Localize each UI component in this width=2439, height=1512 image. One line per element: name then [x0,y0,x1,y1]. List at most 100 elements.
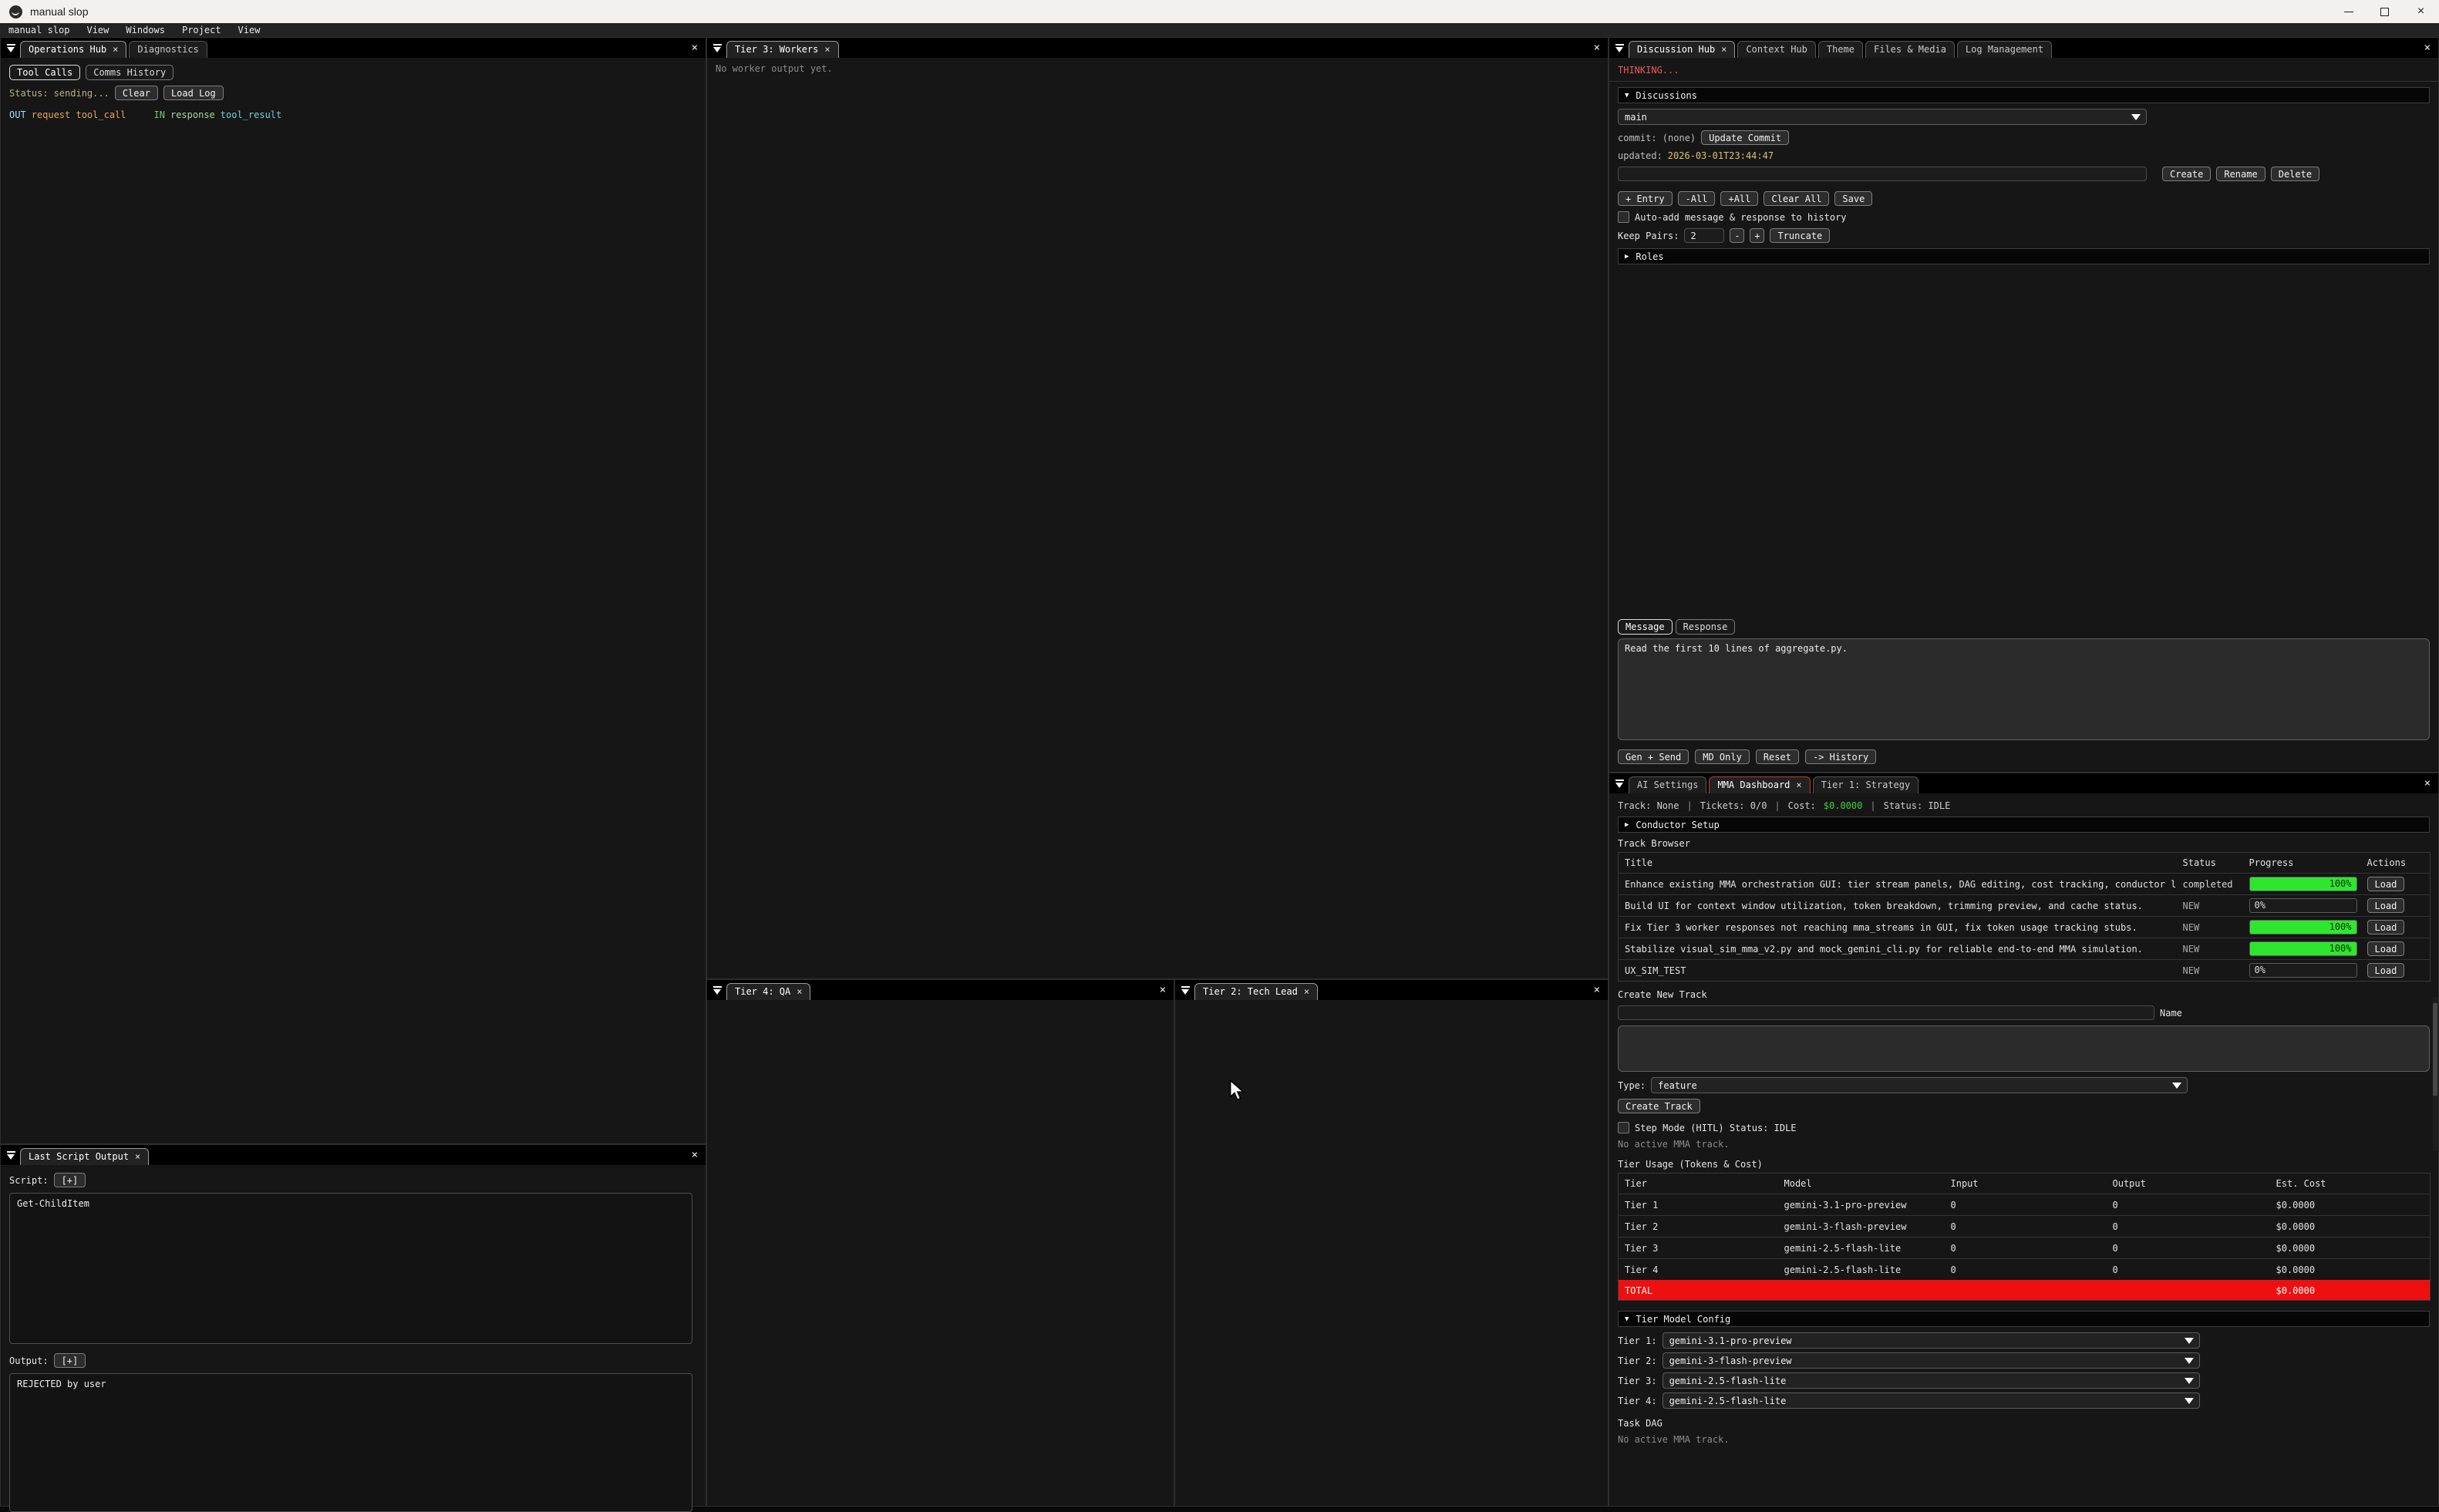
tier4-model-select[interactable]: gemini-2.5-flash-lite [1662,1392,2200,1409]
table-row[interactable]: Build UI for context window utilization,… [1619,895,2431,917]
tab-close-icon[interactable]: × [1304,987,1309,996]
tab-close-icon[interactable]: × [1796,780,1801,790]
tab-discussion-hub[interactable]: Discussion Hub × [1629,41,1735,58]
truncate-button[interactable]: Truncate [1770,228,1830,243]
tab-close-icon[interactable]: × [135,1152,140,1161]
load-track-button[interactable]: Load [2367,941,2405,956]
tab-close-icon[interactable]: × [1721,45,1727,54]
to-history-button[interactable]: -> History [1805,749,1876,764]
script-expand-button[interactable]: [+] [54,1173,86,1187]
tab-mma-dashboard[interactable]: MMA Dashboard × [1709,776,1810,793]
load-track-button[interactable]: Load [2367,963,2405,978]
rename-button[interactable]: Rename [2216,167,2265,181]
discussions-section-header[interactable]: ▼ Discussions [1618,87,2430,103]
tab-tier3-workers[interactable]: Tier 3: Workers × [726,41,839,58]
dock-menu-icon[interactable] [6,1150,16,1161]
table-row[interactable]: Enhance existing MMA orchestration GUI: … [1619,874,2431,895]
tab-comms-history[interactable]: Comms History [86,65,173,80]
save-button[interactable]: Save [1834,191,1872,206]
dock-menu-icon[interactable] [6,43,16,54]
menu-manual-slop[interactable]: manual slop [0,23,78,37]
gen-send-button[interactable]: Gen + Send [1618,749,1689,764]
update-commit-button[interactable]: Update Commit [1701,130,1789,145]
table-row[interactable]: Fix Tier 3 worker responses not reaching… [1619,917,2431,938]
tab-context-hub[interactable]: Context Hub [1737,41,1815,58]
tab-tier4-qa[interactable]: Tier 4: QA × [726,983,810,1000]
tab-tier1-strategy[interactable]: Tier 1: Strategy [1813,776,1919,793]
script-textbox[interactable]: Get-ChildItem [9,1193,692,1344]
tab-last-script-output[interactable]: Last Script Output × [20,1148,149,1165]
panel-close-icon[interactable]: × [2424,42,2438,53]
tool-call-log-row[interactable]: OUT request tool_call IN response tool_r… [9,109,697,120]
dock-menu-icon[interactable] [712,43,723,54]
track-description-textarea[interactable] [1618,1025,2430,1072]
md-only-button[interactable]: MD Only [1695,749,1750,764]
delete-button[interactable]: Delete [2271,167,2319,181]
panel-close-icon[interactable]: × [1594,985,1608,995]
dock-menu-icon[interactable] [1615,43,1625,54]
auto-add-checkbox[interactable] [1618,211,1629,223]
tab-response[interactable]: Response [1676,619,1736,635]
tier-model-config-header[interactable]: ▼ Tier Model Config [1618,1311,2430,1327]
load-track-button[interactable]: Load [2367,898,2405,913]
conductor-setup-header[interactable]: ▶ Conductor Setup [1618,817,2430,833]
output-textbox[interactable]: REJECTED by user [9,1373,692,1512]
keep-pairs-input[interactable] [1684,228,1724,243]
menu-view[interactable]: View [78,23,117,37]
tab-log-management[interactable]: Log Management [1957,41,2052,58]
table-row[interactable]: Stabilize visual_sim_mma_v2.py and mock_… [1619,938,2431,960]
scrollbar-thumb[interactable] [2433,1003,2437,1096]
panel-close-icon[interactable]: × [1594,42,1608,53]
discussion-select[interactable]: main [1618,109,2147,125]
maximize-button[interactable] [2367,0,2403,23]
dock-menu-icon[interactable] [1181,985,1191,996]
step-mode-checkbox[interactable] [1618,1122,1629,1133]
track-name-input[interactable] [1618,1005,2154,1020]
menu-windows[interactable]: Windows [117,23,173,37]
keep-pairs-increment-button[interactable]: + [1750,228,1764,243]
minimize-button[interactable] [2330,0,2367,23]
discussion-name-input[interactable] [1618,167,2147,181]
clear-all-button[interactable]: Clear All [1764,191,1829,206]
tab-tier2-techlead[interactable]: Tier 2: Tech Lead × [1194,983,1318,1000]
reset-button[interactable]: Reset [1756,749,1799,764]
tab-diagnostics[interactable]: Diagnostics [129,41,207,58]
tab-ai-settings[interactable]: AI Settings [1629,776,1706,793]
panel-close-icon[interactable]: × [692,1150,706,1160]
tab-files-media[interactable]: Files & Media [1865,41,1955,58]
collapse-all-button[interactable]: -All [1678,191,1716,206]
tier3-model-select[interactable]: gemini-2.5-flash-lite [1662,1372,2200,1389]
menu-project[interactable]: Project [173,23,230,37]
dock-menu-icon[interactable] [712,985,723,996]
dock-menu-icon[interactable] [1615,779,1625,790]
create-button[interactable]: Create [2162,167,2211,181]
panel-close-icon[interactable]: × [1160,985,1174,995]
tab-close-icon[interactable]: × [797,987,802,996]
clear-button[interactable]: Clear [115,86,158,100]
menu-view-2[interactable]: View [230,23,269,37]
create-track-button[interactable]: Create Track [1618,1099,1700,1113]
tier1-model-select[interactable]: gemini-3.1-pro-preview [1662,1332,2200,1349]
expand-all-button[interactable]: +All [1720,191,1758,206]
table-row[interactable]: UX_SIM_TEST NEW 0% Load [1619,960,2431,982]
panel-close-icon[interactable]: × [692,42,706,53]
panel-close-icon[interactable]: × [2424,778,2438,789]
track-type-select[interactable]: feature [1651,1077,2188,1093]
tab-close-icon[interactable]: × [824,45,830,54]
roles-section-header[interactable]: ▶ Roles [1618,248,2430,264]
tab-message[interactable]: Message [1618,619,1673,635]
tier2-model-select[interactable]: gemini-3-flash-preview [1662,1352,2200,1369]
load-track-button[interactable]: Load [2367,877,2405,891]
message-textarea[interactable]: Read the first 10 lines of aggregate.py. [1618,638,2430,740]
scrollbar[interactable] [2433,997,2437,1151]
tab-tool-calls[interactable]: Tool Calls [9,65,80,80]
load-log-button[interactable]: Load Log [163,86,224,100]
tab-operations-hub[interactable]: Operations Hub × [20,41,126,58]
tab-close-icon[interactable]: × [113,45,118,54]
add-entry-button[interactable]: + Entry [1618,191,1673,206]
tab-theme[interactable]: Theme [1818,41,1863,58]
load-track-button[interactable]: Load [2367,920,2405,934]
output-expand-button[interactable]: [+] [54,1353,86,1368]
close-button[interactable]: × [2403,0,2439,23]
keep-pairs-decrement-button[interactable]: - [1730,228,1744,243]
